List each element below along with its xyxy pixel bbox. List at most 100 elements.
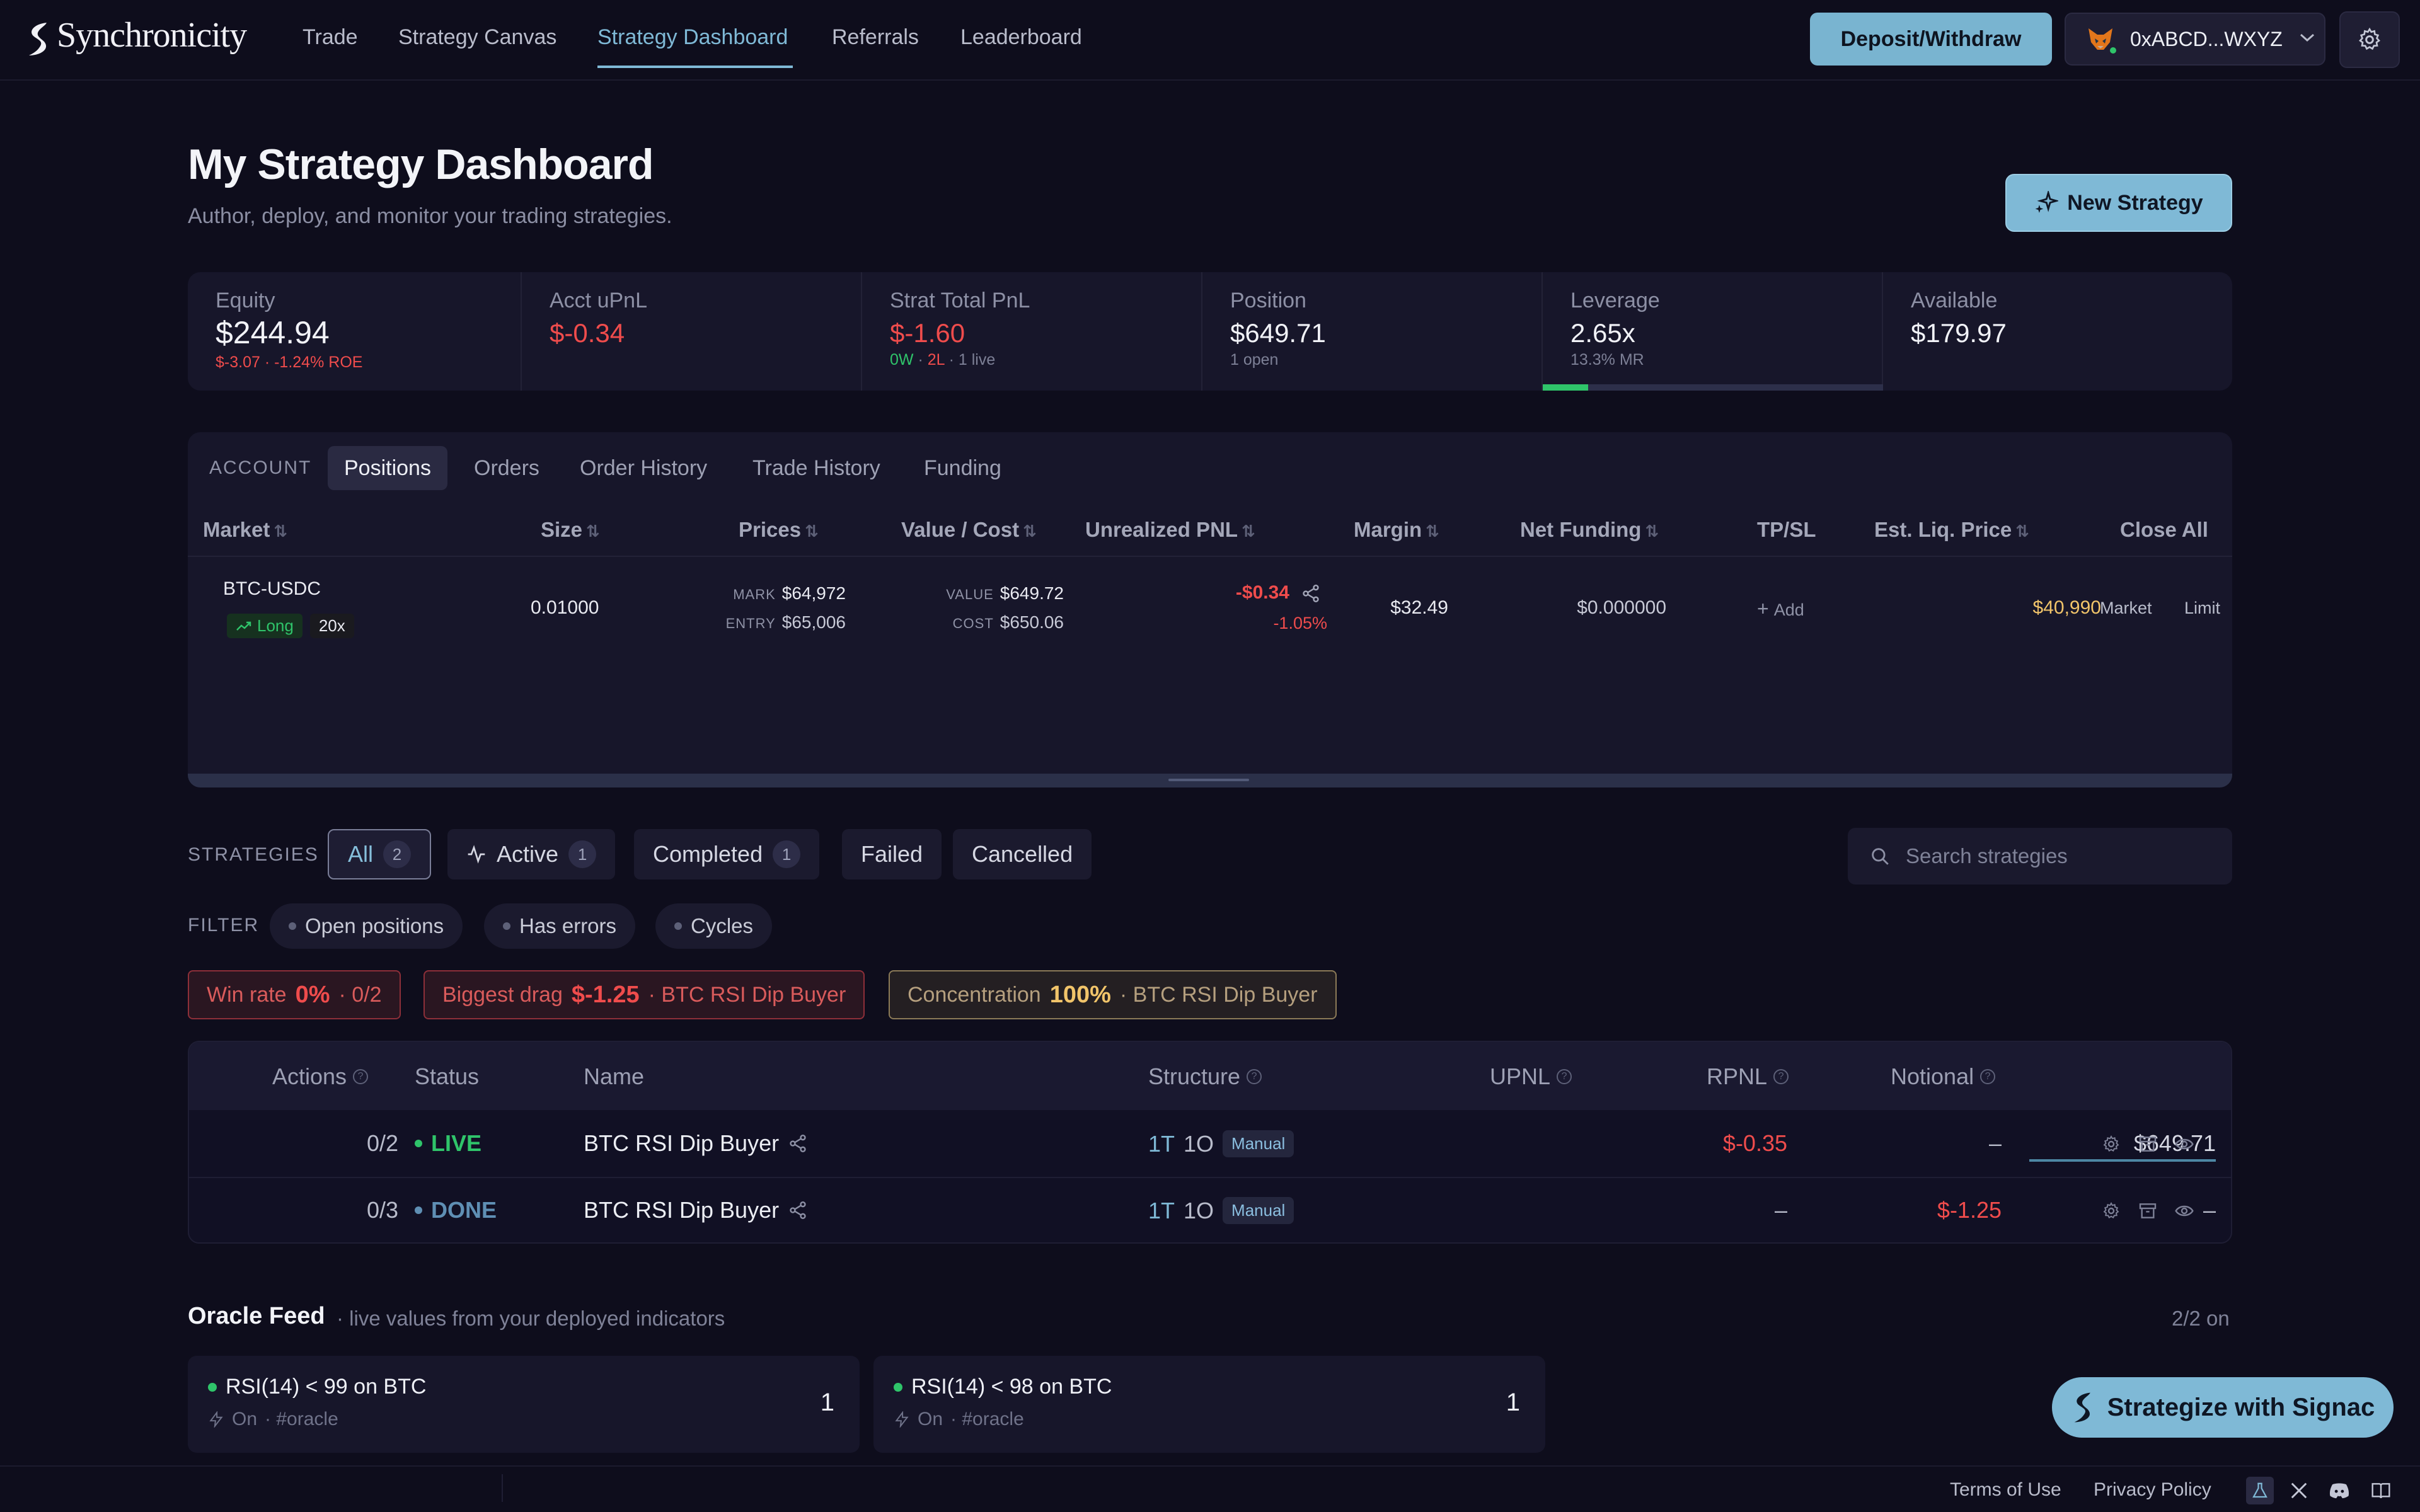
insight-concentration[interactable]: Concentration 100% · BTC RSI Dip Buyer xyxy=(889,970,1337,1019)
stat-available: Available $179.97 xyxy=(1883,272,2232,391)
tab-order-history[interactable]: Order History xyxy=(563,446,723,490)
help-icon[interactable]: ? xyxy=(1773,1069,1789,1084)
col-prices[interactable]: Prices ⇅ xyxy=(739,518,819,542)
nav-link-trade[interactable]: Trade xyxy=(302,25,358,50)
account-panel: ACCOUNT Positions Orders Order History T… xyxy=(188,432,2232,788)
strategy-row[interactable]: 0/2 LIVE BTC RSI Dip Buyer 1T 1O Manual … xyxy=(189,1110,2231,1177)
x-twitter-icon[interactable] xyxy=(2285,1477,2313,1504)
help-icon[interactable]: ? xyxy=(1557,1069,1572,1084)
search-icon xyxy=(1872,848,1889,865)
filter-has-errors[interactable]: Has errors xyxy=(484,903,636,949)
nav-link-strategy-canvas[interactable]: Strategy Canvas xyxy=(398,25,556,50)
new-strategy-label: New Strategy xyxy=(2067,190,2203,215)
help-icon[interactable]: ? xyxy=(1247,1069,1262,1084)
active-nav-indicator xyxy=(597,66,793,68)
count-badge: 1 xyxy=(568,840,597,868)
tab-funding[interactable]: Funding xyxy=(908,446,1018,490)
nav-link-strategy-dashboard[interactable]: Strategy Dashboard xyxy=(597,25,788,50)
stat-label: Acct uPnL xyxy=(550,289,647,312)
chevron-down-icon xyxy=(2299,33,2315,46)
gear-icon[interactable] xyxy=(2101,1201,2121,1221)
col-size[interactable]: Size ⇅ xyxy=(541,518,600,542)
strategy-name[interactable]: BTC RSI Dip Buyer xyxy=(584,1130,808,1157)
filter-tab-active[interactable]: Active 1 xyxy=(447,829,616,879)
settings-button[interactable] xyxy=(2339,11,2400,68)
stat-losses: 2L xyxy=(927,351,945,369)
archive-icon[interactable] xyxy=(2138,1201,2158,1221)
filter-tab-cancelled[interactable]: Cancelled xyxy=(953,829,1092,879)
filter-open-positions[interactable]: Open positions xyxy=(270,903,463,949)
stat-sub: 13.3% MR xyxy=(1570,351,1644,369)
oracle-card[interactable]: RSI(14) < 98 on BTC On · #oracle 1 xyxy=(873,1356,1545,1453)
tab-trade-history[interactable]: Trade History xyxy=(736,446,897,490)
privacy-link[interactable]: Privacy Policy xyxy=(2094,1479,2211,1501)
help-icon[interactable]: ? xyxy=(353,1069,369,1084)
archive-icon[interactable] xyxy=(2138,1134,2158,1154)
logo-icon[interactable] xyxy=(25,20,53,58)
close-market-button[interactable]: Market xyxy=(2100,598,2152,618)
nav-link-leaderboard[interactable]: Leaderboard xyxy=(960,25,1082,50)
eye-icon[interactable] xyxy=(2174,1134,2194,1154)
tab-positions[interactable]: Positions xyxy=(328,446,447,490)
docs-book-icon[interactable] xyxy=(2367,1477,2395,1504)
col-unrealized-pnl[interactable]: Unrealized PNL ⇅ xyxy=(1085,518,1255,542)
col-rpnl: RPNL? xyxy=(1707,1063,1789,1090)
insight-biggest-drag[interactable]: Biggest drag $-1.25 · BTC RSI Dip Buyer xyxy=(424,970,865,1019)
stat-label: Available xyxy=(1911,289,1998,312)
terms-link[interactable]: Terms of Use xyxy=(1950,1479,2061,1501)
stat-value: $-0.34 xyxy=(550,318,625,348)
page-title: My Strategy Dashboard xyxy=(188,140,654,188)
insight-win-rate[interactable]: Win rate 0% · 0/2 xyxy=(188,970,401,1019)
nav-link-referrals[interactable]: Referrals xyxy=(832,25,919,50)
strategies-label: STRATEGIES xyxy=(188,844,319,865)
col-market[interactable]: Market ⇅ xyxy=(203,518,287,542)
margin-ratio-bar xyxy=(1543,384,1883,391)
resize-handle[interactable] xyxy=(1168,779,1249,781)
strategy-name[interactable]: BTC RSI Dip Buyer xyxy=(584,1197,808,1223)
wallet-button[interactable]: 0xABCD...WXYZ xyxy=(2065,13,2325,66)
col-est-liq-price[interactable]: Est. Liq. Price ⇅ xyxy=(1874,518,2029,542)
share-icon[interactable] xyxy=(788,1200,808,1220)
footer-divider xyxy=(502,1474,503,1502)
col-actions: Actions? xyxy=(272,1063,369,1090)
share-icon[interactable] xyxy=(1301,583,1321,604)
col-margin[interactable]: Margin ⇅ xyxy=(1354,518,1439,542)
strategy-rpnl: – xyxy=(1988,1130,2002,1156)
new-strategy-button[interactable]: New Strategy xyxy=(2005,174,2232,232)
close-all-button[interactable]: Close All xyxy=(2120,518,2208,542)
strategize-with-signac-button[interactable]: Strategize with Signac xyxy=(2052,1377,2394,1438)
brand-name[interactable]: Synchronicity xyxy=(57,15,247,55)
wallet-address: 0xABCD...WXYZ xyxy=(2130,27,2283,50)
col-status: Status xyxy=(415,1063,480,1089)
strategy-upnl: $-0.35 xyxy=(1722,1130,1787,1156)
search-strategies-input[interactable]: Search strategies xyxy=(1848,828,2232,885)
oracle-card-status: On · #oracle xyxy=(894,1409,1024,1430)
col-value-cost[interactable]: Value / Cost ⇅ xyxy=(901,518,1037,542)
close-limit-button[interactable]: Limit xyxy=(2184,598,2220,618)
filter-tab-failed[interactable]: Failed xyxy=(842,829,942,879)
oracle-feed-title: Oracle Feed xyxy=(188,1303,325,1329)
flask-icon[interactable] xyxy=(2246,1477,2274,1504)
add-tpsl-button[interactable]: + Add xyxy=(1757,597,1804,621)
col-tp-sl: TP/SL xyxy=(1757,518,1816,541)
gear-icon[interactable] xyxy=(2101,1134,2121,1154)
eye-icon[interactable] xyxy=(2174,1201,2194,1221)
deposit-withdraw-button[interactable]: Deposit/Withdraw xyxy=(1810,13,2052,66)
help-icon[interactable]: ? xyxy=(1980,1069,1996,1084)
filter-tab-all[interactable]: All 2 xyxy=(328,829,432,879)
col-net-funding[interactable]: Net Funding ⇅ xyxy=(1520,518,1659,542)
strategy-row[interactable]: 0/3 DONE BTC RSI Dip Buyer 1T 1O Manual … xyxy=(189,1178,2231,1242)
side-badge: Long xyxy=(227,614,302,638)
share-icon[interactable] xyxy=(788,1133,808,1154)
position-margin: $32.49 xyxy=(1390,597,1448,618)
filter-cycles[interactable]: Cycles xyxy=(655,903,773,949)
strategies-table: Actions? Status Name Structure? UPNL? RP… xyxy=(188,1041,2232,1244)
oracle-card[interactable]: RSI(14) < 99 on BTC On · #oracle 1 xyxy=(188,1356,860,1453)
discord-icon[interactable] xyxy=(2325,1477,2353,1504)
mode-badge: Manual xyxy=(1223,1130,1294,1157)
signac-label: Strategize with Signac xyxy=(2107,1393,2375,1421)
position-size: 0.01000 xyxy=(531,597,599,618)
filter-tab-completed[interactable]: Completed 1 xyxy=(634,829,820,879)
tab-orders[interactable]: Orders xyxy=(458,446,556,490)
position-market[interactable]: BTC-USDC xyxy=(223,578,321,600)
